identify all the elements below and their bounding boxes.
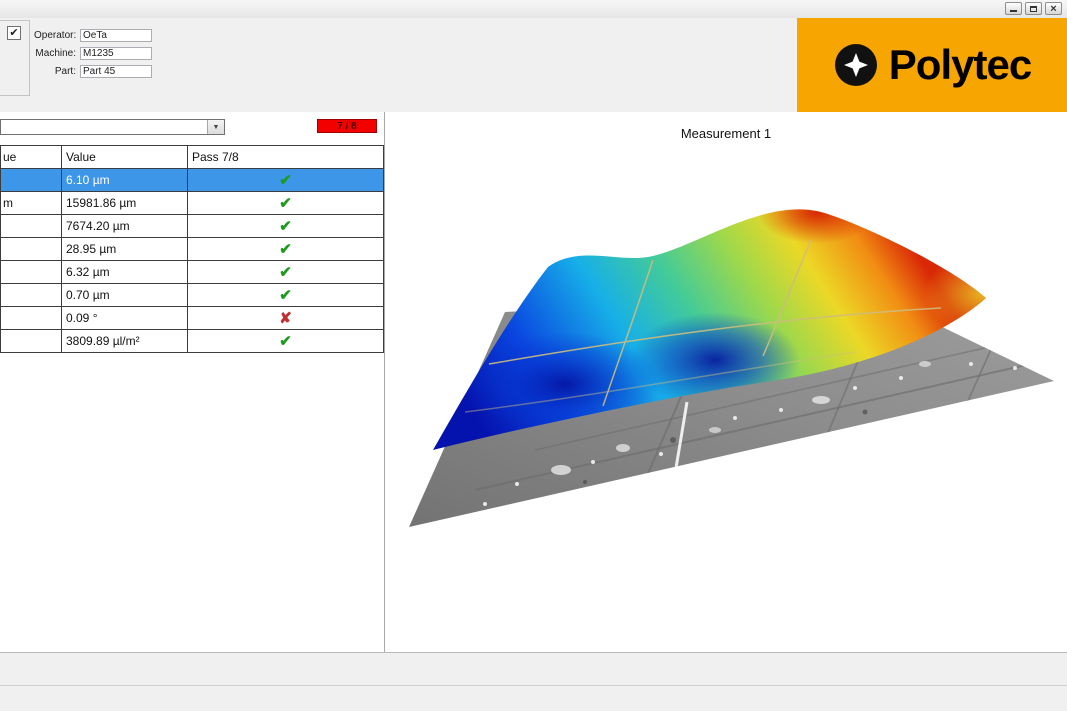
results-table-body: 6.10 µm ✔ m 15981.86 µm ✔ 7674.20 µm ✔ 2… xyxy=(1,169,384,353)
row-pass-icon: ✔ xyxy=(188,215,384,238)
row-value-cell: 0.70 µm xyxy=(62,284,188,307)
row-pass-icon: ✔ xyxy=(188,238,384,261)
machine-field[interactable] xyxy=(80,47,152,60)
table-row[interactable]: 0.09 ° ✘ xyxy=(1,307,384,330)
maximize-icon xyxy=(1030,6,1037,12)
row-value-cell: 15981.86 µm xyxy=(62,192,188,215)
row-pass-icon: ✔ xyxy=(188,261,384,284)
results-table: ue Value Pass 7/8 6.10 µm ✔ m 15981.86 µ… xyxy=(0,145,384,353)
row-value-cell: 7674.20 µm xyxy=(62,215,188,238)
window-controls: × xyxy=(1005,2,1062,15)
row-pass-icon: ✔ xyxy=(188,192,384,215)
close-button[interactable]: × xyxy=(1045,2,1062,15)
row-label-cell xyxy=(1,169,62,192)
row-value-cell: 28.95 µm xyxy=(62,238,188,261)
dropdown-arrow-button[interactable]: ▼ xyxy=(207,120,224,134)
close-icon: × xyxy=(1050,4,1056,14)
header-panel: ✔ Operator: Machine: Part: Polytec xyxy=(0,18,1067,112)
row-value-cell: 0.09 ° xyxy=(62,307,188,330)
app-window: × ✔ Operator: Machine: Part: xyxy=(0,0,1067,711)
viewer-title: Measurement 1 xyxy=(385,126,1067,141)
part-field[interactable] xyxy=(80,65,152,78)
minimize-icon xyxy=(1010,10,1017,12)
table-row[interactable]: 7674.20 µm ✔ xyxy=(1,215,384,238)
minimize-button[interactable] xyxy=(1005,2,1022,15)
row-label-cell: m xyxy=(1,192,62,215)
logo-text: Polytec xyxy=(889,41,1031,89)
row-value-cell: 6.32 µm xyxy=(62,261,188,284)
table-row[interactable]: 6.10 µm ✔ xyxy=(1,169,384,192)
maximize-button[interactable] xyxy=(1025,2,1042,15)
bottom-bar xyxy=(0,685,1067,711)
polytec-logo: Polytec xyxy=(797,18,1067,112)
row-pass-icon: ✔ xyxy=(188,330,384,353)
column-header-1: ue xyxy=(1,146,62,169)
row-pass-icon: ✘ xyxy=(188,307,384,330)
operator-field[interactable] xyxy=(80,29,152,42)
row-label-cell xyxy=(1,284,62,307)
row-label-cell xyxy=(1,330,62,353)
row-value-cell: 6.10 µm xyxy=(62,169,188,192)
row-pass-icon: ✔ xyxy=(188,284,384,307)
pass-count-badge: 7 / 8 xyxy=(317,119,377,133)
row-label-cell xyxy=(1,238,62,261)
table-row[interactable]: 6.32 µm ✔ xyxy=(1,261,384,284)
column-header-pass: Pass 7/8 xyxy=(188,146,384,169)
measurement-dropdown[interactable]: ▼ xyxy=(0,119,225,135)
table-row[interactable]: 28.95 µm ✔ xyxy=(1,238,384,261)
main-content: ▼ 7 / 8 ue Value Pass 7/8 6.10 µm ✔ m 15… xyxy=(0,112,1067,652)
results-panel: ▼ 7 / 8 ue Value Pass 7/8 6.10 µm ✔ m 15… xyxy=(0,112,384,652)
table-row[interactable]: 0.70 µm ✔ xyxy=(1,284,384,307)
part-label: Part: xyxy=(34,66,80,77)
title-bar: × xyxy=(0,0,1067,18)
row-label-cell xyxy=(1,307,62,330)
header-fields: Operator: Machine: Part: xyxy=(34,26,152,80)
table-row[interactable]: m 15981.86 µm ✔ xyxy=(1,192,384,215)
chevron-down-icon: ▼ xyxy=(213,124,220,131)
row-label-cell xyxy=(1,215,62,238)
table-header-row: ue Value Pass 7/8 xyxy=(1,146,384,169)
measurement-viewer: Measurement 1 xyxy=(385,112,1067,652)
table-row[interactable]: 3809.89 µl/m² ✔ xyxy=(1,330,384,353)
checkbox-check-icon: ✔ xyxy=(9,28,18,39)
surface-plot-3d[interactable] xyxy=(385,112,1067,652)
machine-label: Machine: xyxy=(34,48,80,59)
status-bar xyxy=(0,652,1067,685)
row-label-cell xyxy=(1,261,62,284)
row-pass-icon: ✔ xyxy=(188,169,384,192)
row-value-cell: 3809.89 µl/m² xyxy=(62,330,188,353)
polytec-logo-icon xyxy=(833,42,879,88)
dropdown-value xyxy=(1,120,207,134)
column-header-value: Value xyxy=(62,146,188,169)
operator-label: Operator: xyxy=(34,30,80,41)
header-checkbox[interactable]: ✔ xyxy=(7,26,21,40)
